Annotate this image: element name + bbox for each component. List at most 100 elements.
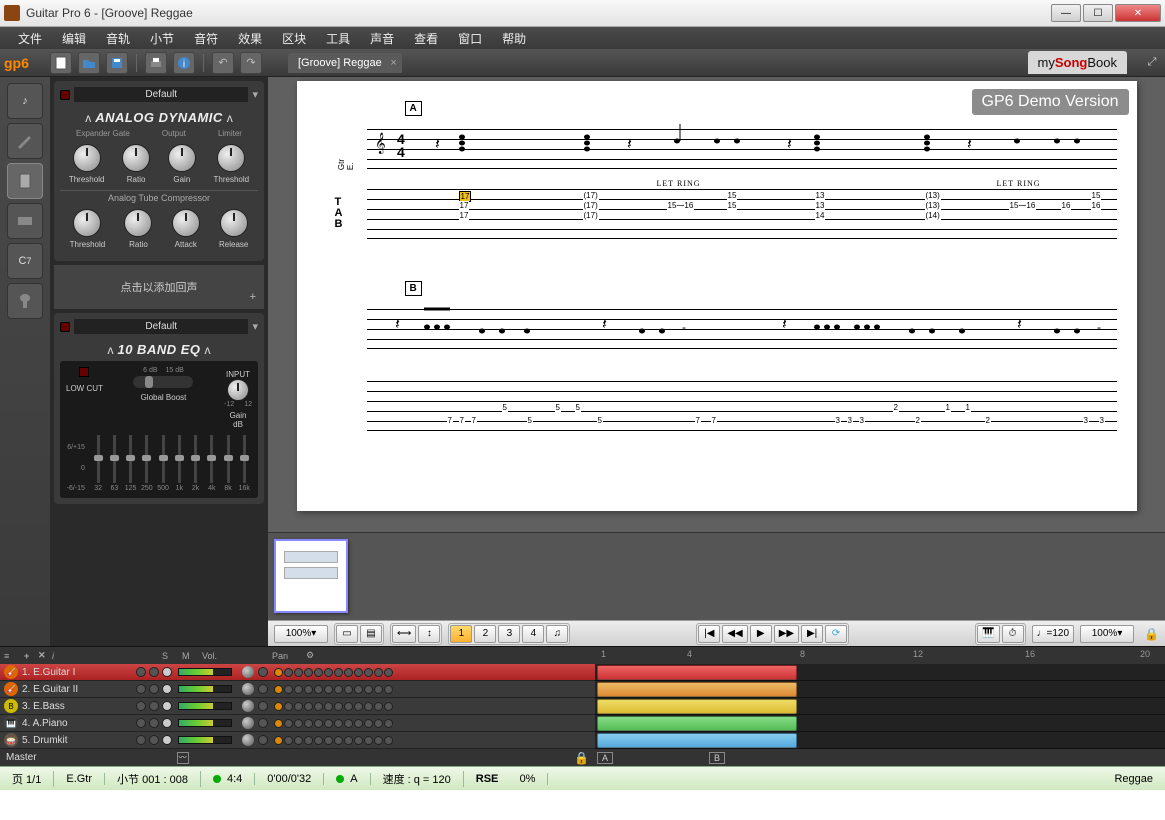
fx2-next-icon[interactable]: ʌ — [201, 343, 215, 357]
clip-guitar2[interactable] — [597, 682, 797, 697]
pan-knob[interactable] — [242, 717, 254, 729]
voice-4-button[interactable]: 4 — [522, 625, 544, 643]
fx2-prev-icon[interactable]: ʌ — [103, 343, 117, 357]
eq-input-knob[interactable] — [227, 379, 249, 401]
fullscreen-icon[interactable]: ⤢ — [1143, 54, 1161, 72]
channel-dot[interactable] — [384, 702, 393, 711]
mute-button[interactable] — [149, 718, 159, 728]
channel-dot[interactable] — [344, 668, 353, 677]
channel-dot[interactable] — [334, 719, 343, 728]
tab-close-icon[interactable]: × — [390, 57, 396, 69]
solo-button[interactable] — [136, 667, 146, 677]
score-page[interactable]: GP6 Demo Version A E. Gtr 𝄞 44 𝄽 𝄽 — [297, 81, 1137, 511]
channel-dot[interactable] — [324, 736, 333, 745]
timeline-ruler[interactable]: 1 4 8 12 16 20 — [595, 647, 1165, 664]
volume-slider[interactable] — [178, 736, 232, 744]
channel-dot[interactable] — [304, 736, 313, 745]
goto-end-button[interactable]: ▶| — [801, 625, 823, 643]
zoom-select-1[interactable]: 100% ▾ — [274, 625, 328, 643]
channel-dot[interactable] — [344, 736, 353, 745]
marker-a[interactable]: A — [597, 752, 613, 764]
channel-dot[interactable] — [304, 685, 313, 694]
channel-dot[interactable] — [314, 685, 323, 694]
channel-dot[interactable] — [284, 685, 293, 694]
eq-band-500[interactable] — [162, 435, 165, 483]
fx1-gain-knob[interactable] — [168, 144, 196, 172]
channel-dot[interactable] — [354, 668, 363, 677]
minimize-button[interactable]: — — [1051, 4, 1081, 22]
channel-dot[interactable] — [294, 702, 303, 711]
channel-dot[interactable] — [384, 668, 393, 677]
channel-dot[interactable] — [324, 685, 333, 694]
pan-knob[interactable] — [242, 700, 254, 712]
fx1-next-icon[interactable]: ʌ — [223, 111, 237, 125]
channel-dot[interactable] — [384, 685, 393, 694]
channel-dot[interactable] — [294, 685, 303, 694]
mute-button[interactable] — [149, 735, 159, 745]
channel-dot[interactable] — [274, 736, 283, 745]
view-mode-screen[interactable]: ▤ — [360, 625, 382, 643]
redo-button[interactable]: ↷ — [240, 52, 262, 74]
track-settings-button[interactable] — [258, 735, 268, 745]
open-button[interactable] — [78, 52, 100, 74]
tracks-lock-icon[interactable]: 🔒 — [574, 751, 589, 765]
fx1-prev-icon[interactable]: ʌ — [81, 111, 95, 125]
save-button[interactable] — [106, 52, 128, 74]
menu-tools[interactable]: 工具 — [316, 27, 360, 50]
channel-dot[interactable] — [304, 702, 313, 711]
countdown-button[interactable]: ⏱ — [1002, 625, 1024, 643]
track-row-4[interactable]: 🎹4. A.Piano — [0, 715, 595, 732]
fx-add-slot[interactable]: 点击以添加回声 + — [54, 265, 264, 309]
channel-dot[interactable] — [304, 719, 313, 728]
voice-2-button[interactable]: 2 — [474, 625, 496, 643]
track-row-1[interactable]: 🎸1. E.Guitar I — [0, 664, 595, 681]
mysongbook-tab[interactable]: mySongBook — [1028, 51, 1127, 74]
menu-window[interactable]: 窗口 — [448, 27, 492, 50]
eq-band-32[interactable] — [97, 435, 100, 483]
eq-boost-slider[interactable] — [133, 376, 193, 388]
fx1-threshold2-knob[interactable] — [217, 144, 245, 172]
channel-dot[interactable] — [374, 685, 383, 694]
new-button[interactable] — [50, 52, 72, 74]
mute-button[interactable] — [149, 667, 159, 677]
track-row-3[interactable]: B3. E.Bass — [0, 698, 595, 715]
channel-dot[interactable] — [364, 668, 373, 677]
eq-band-4k[interactable] — [210, 435, 213, 483]
clip-piano[interactable] — [597, 716, 797, 731]
fx1-threshold1-knob[interactable] — [73, 144, 101, 172]
document-tab[interactable]: [Groove] Reggae × — [288, 53, 402, 73]
solo-button[interactable] — [136, 735, 146, 745]
channel-dot[interactable] — [364, 702, 373, 711]
channel-dot[interactable] — [354, 702, 363, 711]
fx1-preset-dropdown-icon[interactable]: ▾ — [252, 88, 258, 101]
clip-bass[interactable] — [597, 699, 797, 714]
effects-panel-button[interactable] — [7, 163, 43, 199]
track-visible-button[interactable] — [162, 718, 172, 728]
channel-dot[interactable] — [294, 719, 303, 728]
channel-dot[interactable] — [324, 702, 333, 711]
channel-dot[interactable] — [374, 702, 383, 711]
volume-slider[interactable] — [178, 668, 232, 676]
channel-dot[interactable] — [314, 719, 323, 728]
channel-dot[interactable] — [384, 719, 393, 728]
fx1-preset-select[interactable]: Default — [74, 87, 248, 102]
track-settings-button[interactable] — [258, 718, 268, 728]
channel-dot[interactable] — [354, 719, 363, 728]
volume-slider[interactable] — [178, 719, 232, 727]
channel-dot[interactable] — [344, 702, 353, 711]
channel-dot[interactable] — [334, 736, 343, 745]
track-settings-button[interactable] — [258, 684, 268, 694]
channel-dot[interactable] — [324, 668, 333, 677]
channel-dot[interactable] — [274, 719, 283, 728]
channel-dot[interactable] — [354, 736, 363, 745]
fx1-power-led[interactable] — [60, 90, 70, 100]
channel-dot[interactable] — [324, 719, 333, 728]
eq-band-63[interactable] — [113, 435, 116, 483]
instrument-panel-button[interactable] — [7, 123, 43, 159]
menu-effect[interactable]: 效果 — [228, 27, 272, 50]
menu-help[interactable]: 帮助 — [492, 27, 536, 50]
solo-button[interactable] — [136, 684, 146, 694]
close-button[interactable]: ✕ — [1115, 4, 1161, 22]
channel-dot[interactable] — [334, 702, 343, 711]
channel-dot[interactable] — [274, 685, 283, 694]
